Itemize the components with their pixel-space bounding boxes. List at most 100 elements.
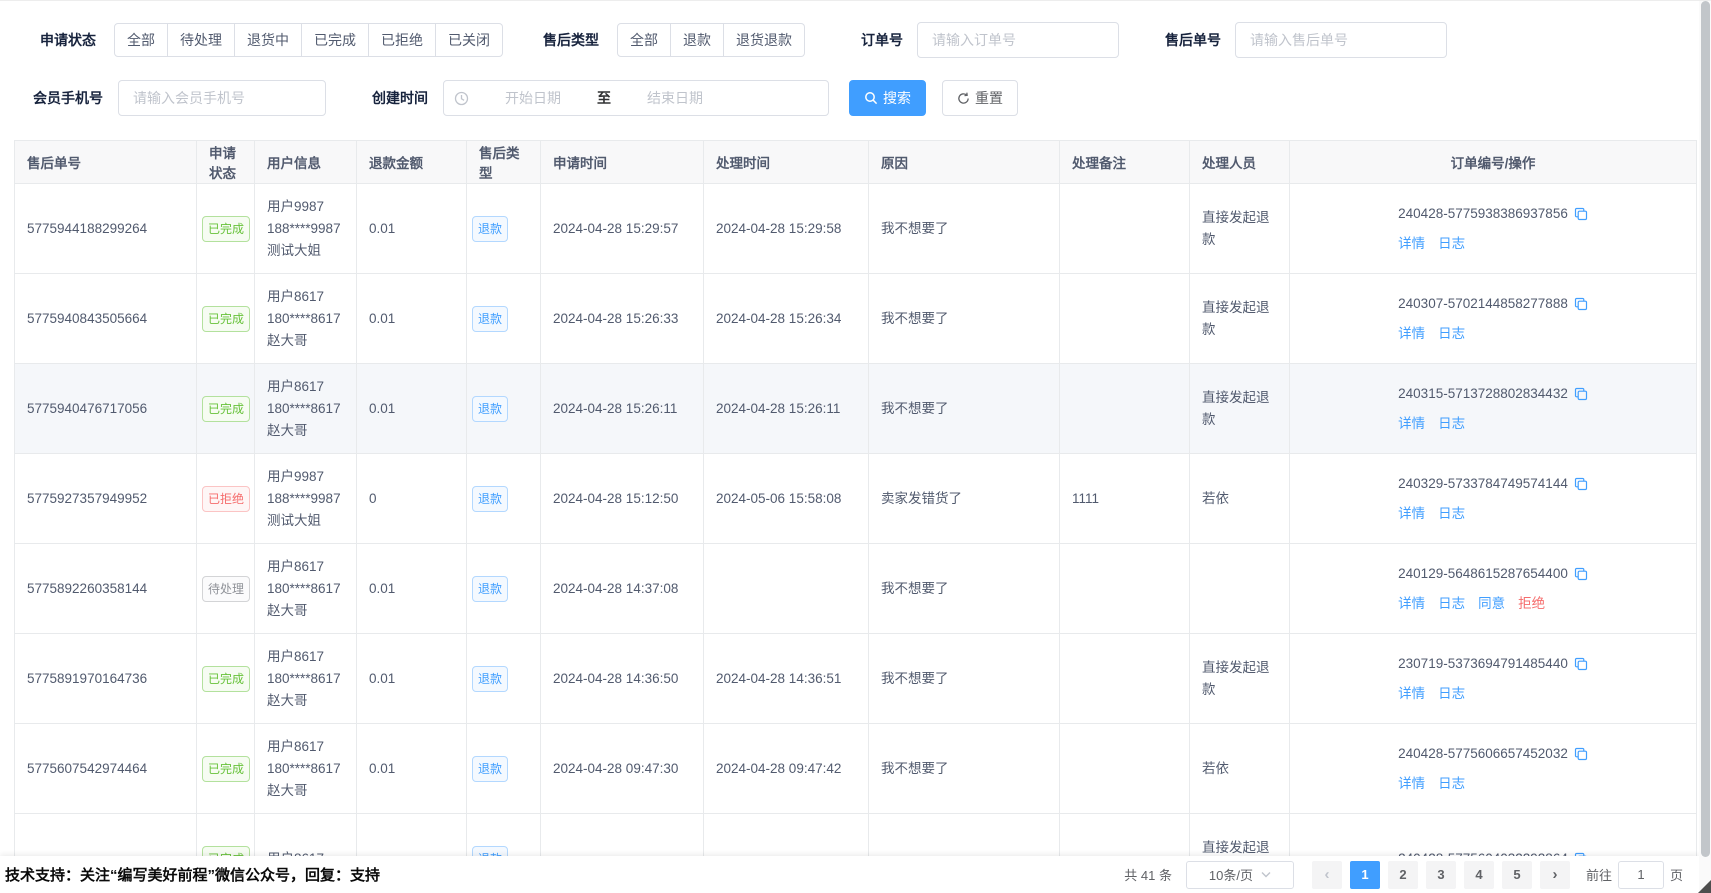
user-info-line: 180****8617	[267, 578, 344, 600]
handler-cell: 直接发起退款	[1190, 184, 1290, 274]
status-filter-group: 全部待处理退货中已完成已拒绝已关闭	[114, 23, 503, 57]
reset-button-label: 重置	[975, 88, 1003, 108]
action-link[interactable]: 同意	[1478, 593, 1505, 615]
type-badge: 退款	[472, 396, 508, 422]
goto-page-input[interactable]	[1618, 861, 1664, 889]
user-info-line: 180****8617	[267, 758, 344, 780]
pagination: 共 41 条 10条/页 ‹ 12345 › 前往 页	[1124, 861, 1683, 889]
status-option-4[interactable]: 已拒绝	[369, 23, 436, 57]
next-icon: ›	[1552, 866, 1557, 883]
table-row: 5775944188299264已完成用户9987188****9987测试大姐…	[15, 184, 1697, 274]
next-page-button[interactable]: ›	[1540, 861, 1570, 889]
page-button-3[interactable]: 3	[1426, 861, 1456, 889]
order-no: 240329-5733784749574144	[1398, 473, 1568, 495]
action-link[interactable]: 拒绝	[1518, 593, 1545, 615]
status-cell: 已完成	[197, 724, 255, 814]
type-badge: 退款	[472, 756, 508, 782]
action-link[interactable]: 日志	[1438, 503, 1465, 525]
page-button-2[interactable]: 2	[1388, 861, 1418, 889]
action-link[interactable]: 详情	[1398, 593, 1425, 615]
remark-cell	[1060, 364, 1190, 454]
refund-amount-cell: 0.01	[357, 544, 467, 634]
order-no: 240307-5702144858277888	[1398, 293, 1568, 315]
page-button-4[interactable]: 4	[1464, 861, 1494, 889]
status-option-3[interactable]: 已完成	[302, 23, 369, 57]
aftersale-no-input[interactable]	[1235, 22, 1447, 58]
handle-time-cell: 2024-05-06 15:58:08	[704, 454, 869, 544]
search-button[interactable]: 搜索	[849, 80, 926, 116]
action-link[interactable]: 详情	[1398, 233, 1425, 255]
type-option-2[interactable]: 退货退款	[724, 23, 805, 57]
aftersale-no-cell: 5775940843505664	[15, 274, 197, 364]
order-no: 240428-5775606657452032	[1398, 743, 1568, 765]
action-link[interactable]: 详情	[1398, 413, 1425, 435]
copy-icon[interactable]	[1574, 207, 1588, 221]
copy-icon[interactable]	[1574, 747, 1588, 761]
prev-page-button[interactable]: ‹	[1312, 861, 1342, 889]
remark-cell	[1060, 274, 1190, 364]
copy-icon[interactable]	[1574, 477, 1588, 491]
status-option-5[interactable]: 已关闭	[436, 23, 503, 57]
handler-cell: 直接发起退款	[1190, 274, 1290, 364]
apply-time-cell: 2024-04-28 14:36:50	[541, 634, 704, 724]
aftersale-table: 售后单号申请状态用户信息退款金额售后类型申请时间处理时间原因处理备注处理人员订单…	[14, 140, 1697, 893]
status-badge: 已完成	[202, 306, 250, 332]
copy-icon[interactable]	[1574, 297, 1588, 311]
order-no: 230719-5373694791485440	[1398, 653, 1568, 675]
action-link[interactable]: 日志	[1438, 413, 1465, 435]
status-cell: 待处理	[197, 544, 255, 634]
order-no: 240428-5775938386937856	[1398, 203, 1568, 225]
support-text: 技术支持：关注“编写美好前程”微信公众号，回复：支持	[5, 864, 380, 885]
handle-time-cell: 2024-04-28 15:29:58	[704, 184, 869, 274]
aftersale-management-page: 申请状态 全部待处理退货中已完成已拒绝已关闭 售后类型 全部退款退货退款 订单号…	[0, 0, 1711, 893]
action-link[interactable]: 详情	[1398, 503, 1425, 525]
reset-button[interactable]: 重置	[942, 80, 1018, 116]
type-option-1[interactable]: 退款	[671, 23, 724, 57]
aftersale-no-cell: 5775940476717056	[15, 364, 197, 454]
action-link[interactable]: 日志	[1438, 683, 1465, 705]
page-size-select[interactable]: 10条/页	[1186, 861, 1294, 889]
status-option-2[interactable]: 退货中	[235, 23, 302, 57]
user-info-line: 测试大姐	[267, 510, 344, 532]
copy-icon[interactable]	[1574, 567, 1588, 581]
clock-icon	[454, 91, 469, 106]
type-cell: 退款	[467, 724, 541, 814]
vertical-scrollbar-thumb[interactable]	[1701, 1, 1710, 857]
order-no: 240315-5713728802834432	[1398, 383, 1568, 405]
status-option-1[interactable]: 待处理	[168, 23, 235, 57]
table-row: 5775927357949952已拒绝用户9987188****9987测试大姐…	[15, 454, 1697, 544]
action-link[interactable]: 日志	[1438, 323, 1465, 345]
order-no-input[interactable]	[917, 22, 1119, 58]
order-actions-cell: 240315-5713728802834432 详情日志	[1290, 364, 1697, 454]
action-link[interactable]: 日志	[1438, 593, 1465, 615]
phone-input[interactable]	[118, 80, 326, 116]
filter-row-2: 会员手机号 创建时间 至 搜索 重置	[33, 80, 1711, 116]
action-link[interactable]: 日志	[1438, 773, 1465, 795]
footer-bar: 技术支持：关注“编写美好前程”微信公众号，回复：支持 共 41 条 10条/页 …	[0, 856, 1699, 893]
column-header: 原因	[869, 141, 1060, 184]
column-header: 售后单号	[15, 141, 197, 184]
table-row: 5775891970164736已完成用户8617180****8617赵大哥0…	[15, 634, 1697, 724]
user-info-line: 赵大哥	[267, 330, 344, 352]
user-info-line: 用户9987	[267, 196, 344, 218]
handler-cell: 若依	[1190, 724, 1290, 814]
page-button-1[interactable]: 1	[1350, 861, 1380, 889]
action-link[interactable]: 详情	[1398, 323, 1425, 345]
copy-icon[interactable]	[1574, 387, 1588, 401]
date-range-picker[interactable]: 至	[443, 80, 829, 116]
status-badge: 已完成	[202, 216, 250, 242]
user-info-line: 赵大哥	[267, 600, 344, 622]
action-link[interactable]: 详情	[1398, 683, 1425, 705]
action-link[interactable]: 日志	[1438, 233, 1465, 255]
reason-cell: 我不想要了	[869, 364, 1060, 454]
reason-cell: 我不想要了	[869, 544, 1060, 634]
page-button-5[interactable]: 5	[1502, 861, 1532, 889]
column-header: 售后类型	[467, 141, 541, 184]
end-date-input[interactable]	[611, 90, 739, 106]
type-option-0[interactable]: 全部	[617, 23, 671, 57]
status-option-0[interactable]: 全部	[114, 23, 168, 57]
copy-icon[interactable]	[1574, 657, 1588, 671]
action-link[interactable]: 详情	[1398, 773, 1425, 795]
start-date-input[interactable]	[469, 90, 597, 106]
reason-cell: 我不想要了	[869, 184, 1060, 274]
